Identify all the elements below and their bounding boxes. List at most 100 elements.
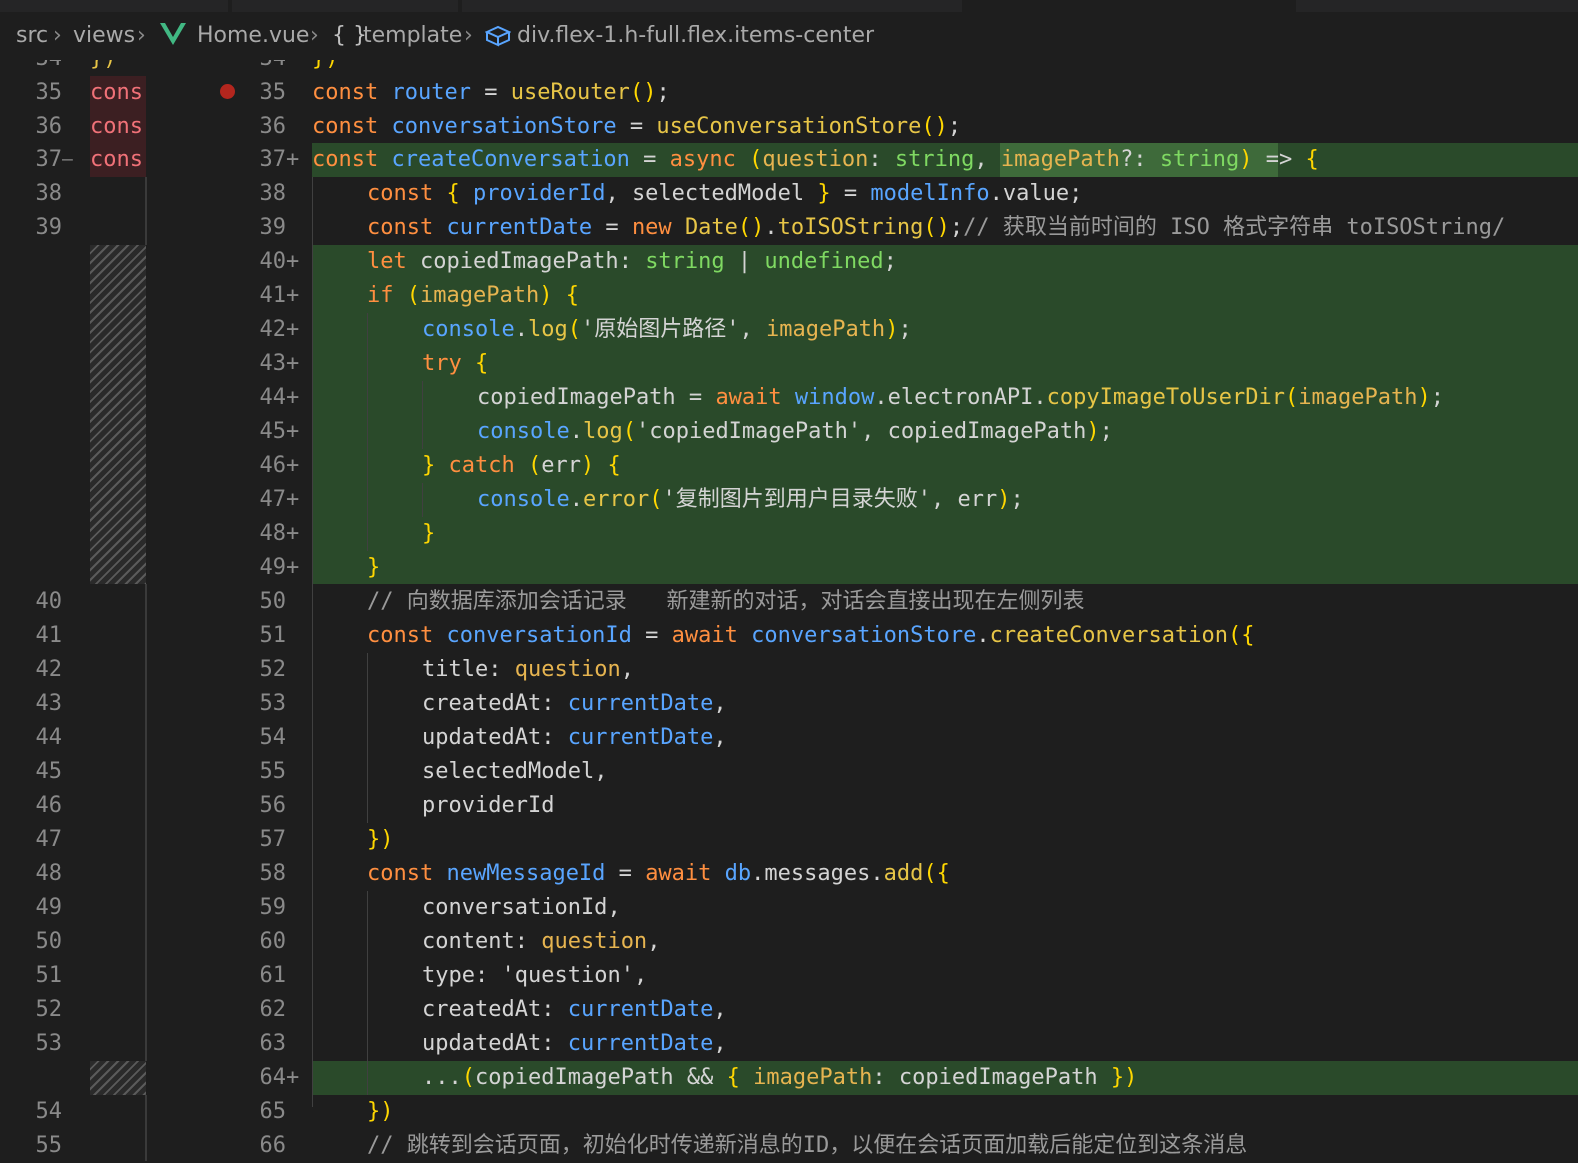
code-line: providerId xyxy=(422,793,555,818)
line-number: 37 xyxy=(259,147,287,172)
line-number: 47 xyxy=(259,487,287,512)
line-number: 39 xyxy=(35,215,63,240)
line-number: 39 xyxy=(259,215,287,240)
added-marker: + xyxy=(286,385,300,410)
line-number: 51 xyxy=(35,963,63,988)
code-line: console.error('复制图片到用户目录失败', err); xyxy=(477,487,1024,512)
vue-icon xyxy=(160,22,186,52)
line-number: 44 xyxy=(259,385,287,410)
code-line: cons xyxy=(90,114,143,139)
code-line: updatedAt: currentDate, xyxy=(422,1031,727,1056)
added-marker: + xyxy=(286,555,300,580)
code-line: createdAt: currentDate, xyxy=(422,691,727,716)
line-number: 51 xyxy=(259,623,287,648)
chevron-right-icon: › xyxy=(137,23,146,48)
code-line: console.log('原始图片路径', imagePath); xyxy=(422,317,912,342)
line-number: 54 xyxy=(259,725,287,750)
line-number: 50 xyxy=(35,929,63,954)
code-line: }) xyxy=(367,827,394,852)
code-line: try { xyxy=(422,351,489,376)
line-number: 58 xyxy=(259,861,287,886)
line-number: 40 xyxy=(35,589,63,614)
braces-icon: { } xyxy=(332,23,367,48)
tab-strip xyxy=(232,0,458,12)
breadcrumb-views[interactable]: views xyxy=(73,22,135,50)
line-number: 49 xyxy=(35,895,63,920)
line-number: 35 xyxy=(259,80,287,105)
breadcrumb: src › views › Home.vue › { } template › … xyxy=(0,0,1578,60)
line-number: 47 xyxy=(35,827,63,852)
tab-strip xyxy=(1296,0,1578,12)
code-line: ...(copiedImagePath && { imagePath: copi… xyxy=(422,1065,1138,1090)
code-line: cons xyxy=(90,147,143,172)
code-line: if (imagePath) { xyxy=(367,283,579,308)
added-marker: + xyxy=(286,249,300,274)
code-line: const { providerId, selectedModel } = mo… xyxy=(367,181,1083,206)
added-marker: + xyxy=(286,487,300,512)
breadcrumb-file[interactable]: Home.vue xyxy=(197,22,309,50)
line-number: 53 xyxy=(35,1031,63,1056)
line-number: 53 xyxy=(259,691,287,716)
code-line: conversationId, xyxy=(422,895,621,920)
line-number: 44 xyxy=(35,725,63,750)
code-line: content: question, xyxy=(422,929,661,954)
added-marker: + xyxy=(286,283,300,308)
indent-guide xyxy=(145,584,147,1061)
line-number: 52 xyxy=(259,657,287,682)
line-number: 43 xyxy=(259,351,287,376)
diff-original-pane[interactable]: 34 }) — 35 cons 36 cons 37 — cons 38 39 … xyxy=(0,0,150,1161)
tab-strip xyxy=(0,0,228,12)
added-marker: + xyxy=(286,521,300,546)
line-number: 52 xyxy=(35,997,63,1022)
line-number: 36 xyxy=(259,114,287,139)
tab-strip xyxy=(462,0,962,12)
code-line: const conversationId = await conversatio… xyxy=(367,623,1255,648)
line-number: 38 xyxy=(259,181,287,206)
indent-guide xyxy=(422,483,423,517)
breadcrumb-element[interactable]: div.flex-1.h-full.flex.items-center xyxy=(517,22,874,50)
code-line: const conversationStore = useConversatio… xyxy=(312,114,962,139)
line-number: 60 xyxy=(259,929,287,954)
line-number: 45 xyxy=(35,759,63,784)
code-line: createdAt: currentDate, xyxy=(422,997,727,1022)
code-line: const newMessageId = await db.messages.a… xyxy=(367,861,950,886)
line-number: 43 xyxy=(35,691,63,716)
code-line: console.log('copiedImagePath', copiedIma… xyxy=(477,419,1113,444)
chevron-right-icon: › xyxy=(464,23,473,48)
breadcrumb-src[interactable]: src xyxy=(16,22,48,50)
code-line: // 跳转到会话页面，初始化时传递新消息的ID，以便在会话页面加载后能定位到这条… xyxy=(367,1133,1248,1158)
chevron-right-icon: › xyxy=(310,23,319,48)
line-number: 49 xyxy=(259,555,287,580)
line-number: 59 xyxy=(259,895,287,920)
added-marker: + xyxy=(286,1065,300,1090)
line-number: 46 xyxy=(259,453,287,478)
line-number: 35 xyxy=(35,80,63,105)
code-line: } xyxy=(422,521,436,546)
code-line: const router = useRouter(); xyxy=(312,80,670,105)
added-marker: + xyxy=(286,317,300,342)
code-line: selectedModel, xyxy=(422,759,608,784)
line-number: 57 xyxy=(259,827,287,852)
cube-icon xyxy=(484,25,512,53)
line-number: 54 xyxy=(35,1099,63,1124)
code-line: const currentDate = new Date().toISOStri… xyxy=(367,215,1506,240)
line-number: 50 xyxy=(259,589,287,614)
code-line: cons xyxy=(90,80,143,105)
line-number: 48 xyxy=(259,521,287,546)
line-number: 38 xyxy=(35,181,63,206)
code-line: const createConversation = async (questi… xyxy=(312,147,1319,172)
chevron-right-icon: › xyxy=(53,23,62,48)
diff-marker: — xyxy=(62,149,73,170)
breadcrumb-template[interactable]: template xyxy=(363,22,462,50)
line-number: 36 xyxy=(35,114,63,139)
code-line: // 向数据库添加会话记录 新建新的对话，对话会直接出现在左侧列表 xyxy=(367,589,1085,614)
added-marker: + xyxy=(286,351,300,376)
code-line: updatedAt: currentDate, xyxy=(422,725,727,750)
line-number: 48 xyxy=(35,861,63,886)
line-number: 40 xyxy=(259,249,287,274)
line-number: 55 xyxy=(259,759,287,784)
line-number: 37 xyxy=(35,147,63,172)
line-number: 41 xyxy=(259,283,287,308)
line-number: 61 xyxy=(259,963,287,988)
line-number: 56 xyxy=(259,793,287,818)
